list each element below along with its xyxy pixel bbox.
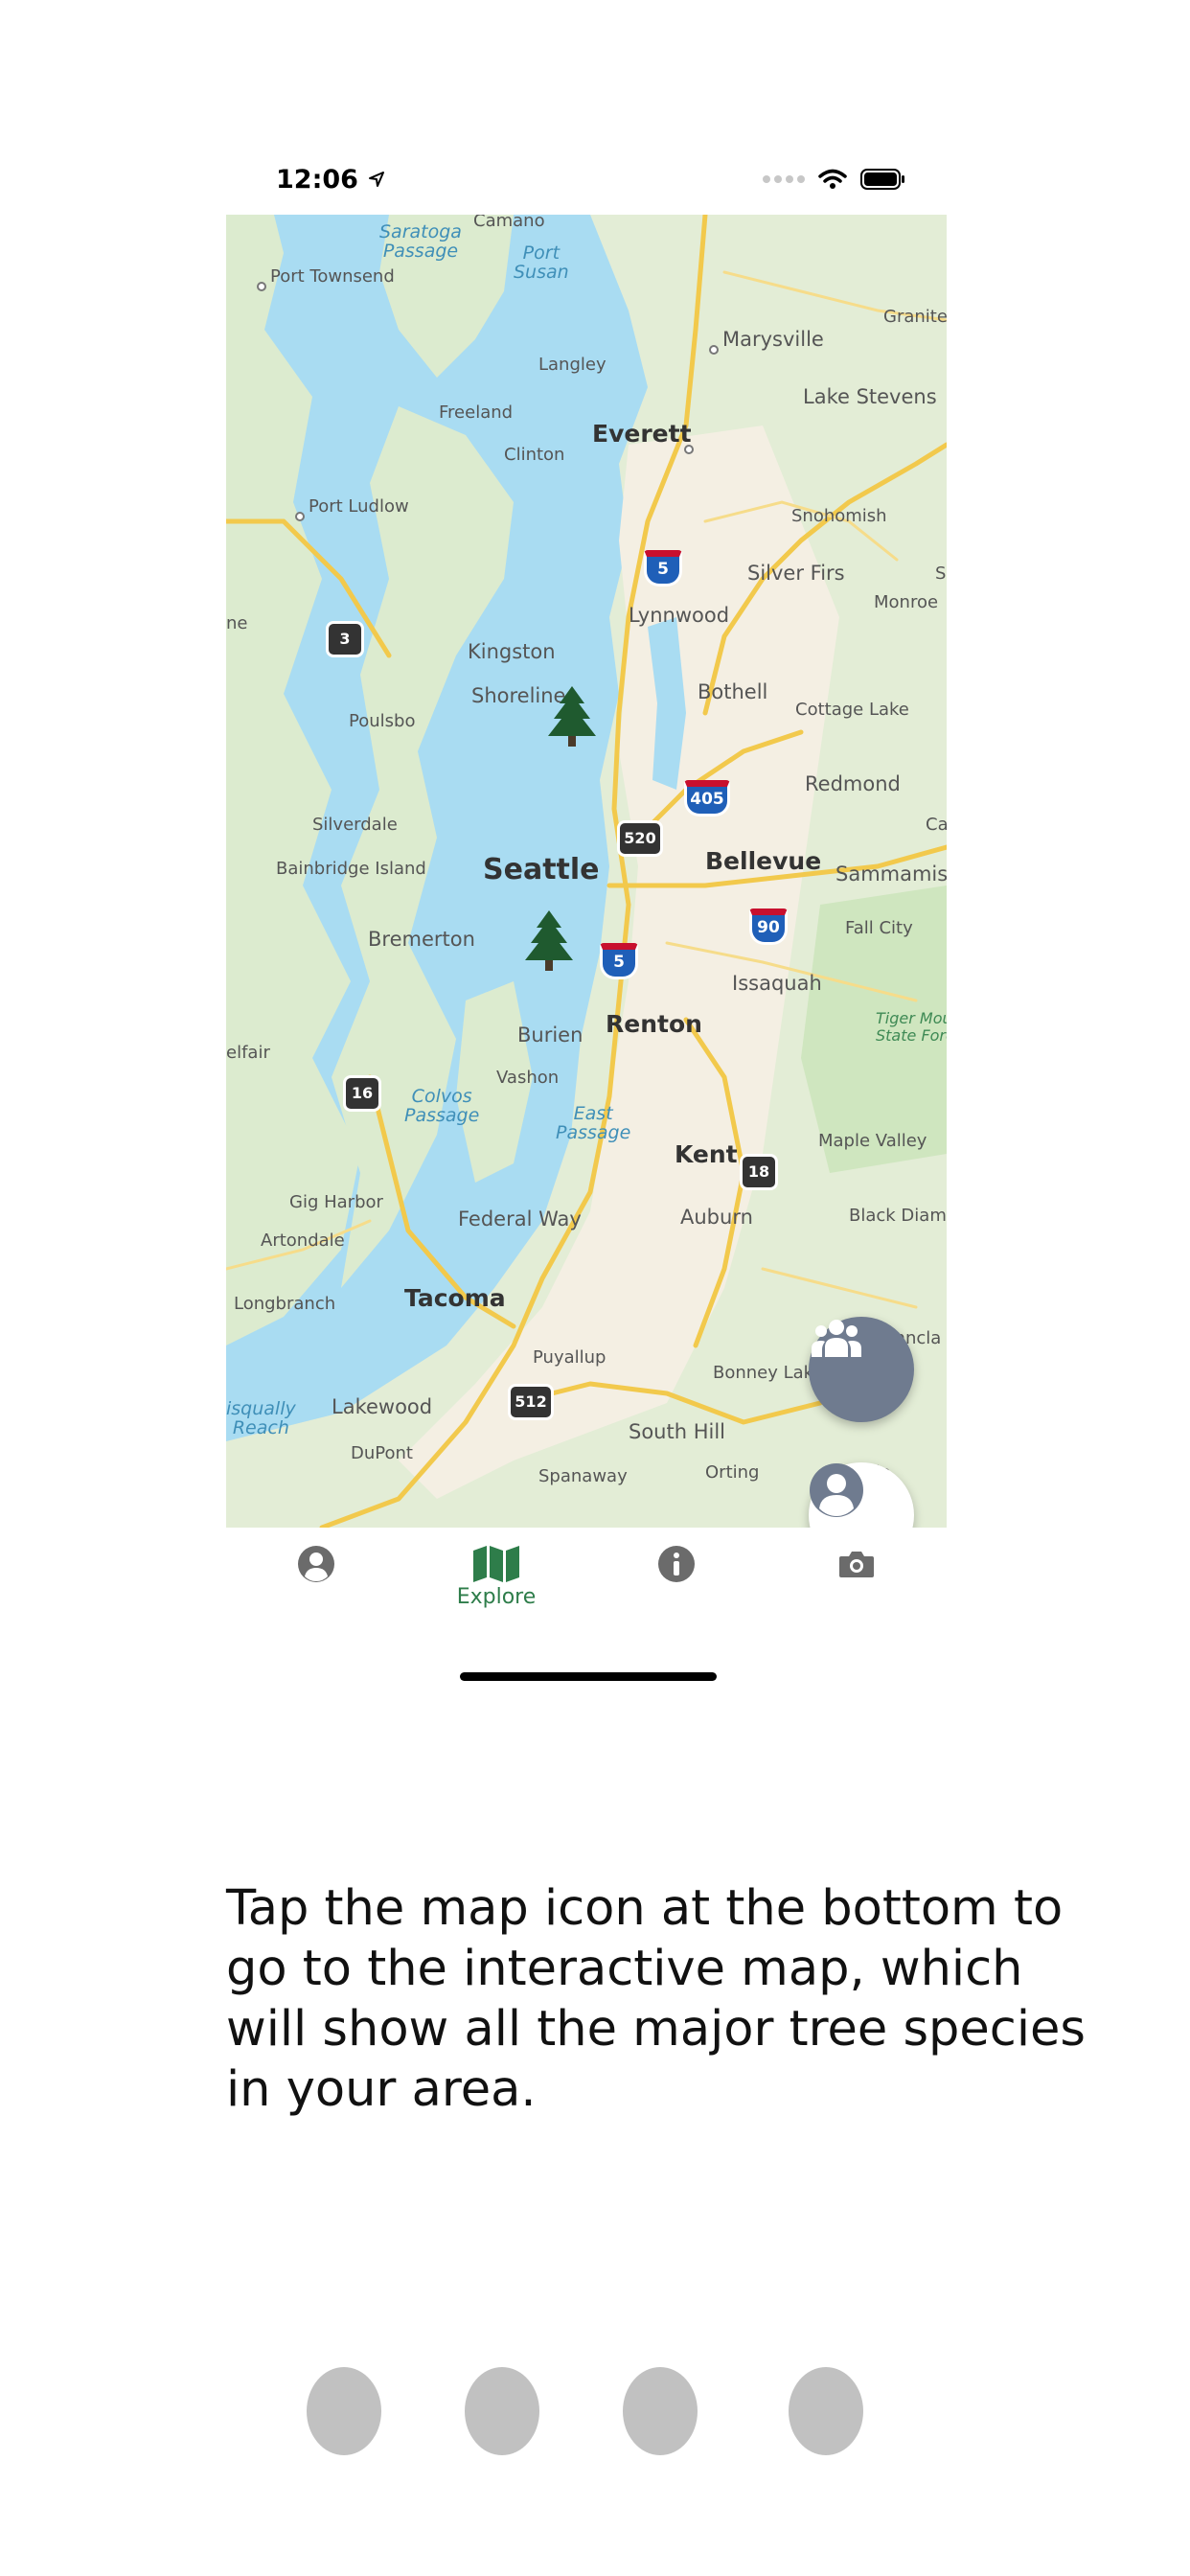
map-label: South Hill [629, 1420, 726, 1443]
map-label: Ca [926, 815, 947, 835]
map-label: Everett [592, 420, 692, 448]
map-label: Colvos Passage [404, 1086, 480, 1126]
map-label: Artondale [261, 1230, 345, 1251]
map-label: Cottage Lake [795, 700, 909, 720]
map-label: Kingston [468, 640, 556, 663]
state-route-16-shield: 16 [343, 1075, 381, 1112]
tree-marker-icon[interactable] [519, 908, 579, 972]
map-label: Vashon [496, 1068, 560, 1088]
state-route-520-shield: 520 [617, 820, 663, 857]
map-label: Spanaway [538, 1466, 628, 1486]
map-label: Port Townsend [270, 266, 395, 287]
map-label: Port Ludlow [309, 496, 409, 517]
user-circle-icon [810, 1463, 863, 1517]
interstate-90-shield: 90 [749, 908, 788, 945]
phone-screenshot: 12:06 Camano Saratoga Passage Port Susan… [226, 144, 947, 1696]
profile-icon [298, 1546, 334, 1582]
tab-bar: Explore [226, 1528, 947, 1633]
map-label: Maple Valley [818, 1131, 927, 1151]
map-label: East Passage [556, 1103, 631, 1143]
info-icon [658, 1546, 695, 1582]
map-label: Snohomish [791, 506, 887, 526]
map-label: elfair [226, 1043, 270, 1063]
tree-marker-icon[interactable] [542, 684, 602, 748]
tab-explore[interactable]: Explore [439, 1545, 554, 1609]
onboarding-caption: Tap the map icon at the bottom to go to … [226, 1880, 1086, 2118]
map-label: Seattle [483, 853, 600, 886]
group-icon [812, 1320, 861, 1357]
map-label: DuPont [351, 1443, 413, 1463]
map-label: Auburn [680, 1206, 753, 1229]
map-label: Bainbridge Island [276, 859, 426, 879]
camera-icon [839, 1552, 874, 1577]
interstate-405-shield: 405 [684, 780, 730, 816]
map-label: Issaquah [732, 972, 822, 995]
map-label: Orting [705, 1462, 760, 1483]
tab-info[interactable] [619, 1545, 734, 1585]
status-bar: 12:06 [226, 144, 947, 215]
map-label: Longbranch [234, 1294, 336, 1314]
map-label: Redmond [805, 772, 901, 795]
interstate-5-shield: 5 [644, 550, 682, 586]
map-label: Renton [606, 1010, 702, 1038]
map-label: Monroe [874, 592, 939, 612]
map-label: Freeland [439, 402, 514, 423]
map-label: Lynnwood [629, 604, 730, 627]
map-label: Langley [538, 355, 606, 375]
page-dot[interactable] [465, 2367, 539, 2455]
map-label: Bonney Lake [713, 1363, 824, 1383]
map-label: Sammamish [835, 862, 947, 886]
map-label: ne [226, 613, 248, 633]
map-label: Bothell [698, 680, 768, 703]
interstate-5-shield: 5 [600, 943, 638, 979]
location-arrow-icon [368, 172, 384, 187]
map-label: Black Diamo [849, 1206, 947, 1226]
map-label: Camano [473, 215, 545, 231]
wifi-icon [818, 169, 847, 189]
group-button[interactable] [809, 1317, 914, 1422]
map-label: Federal Way [458, 1208, 582, 1230]
state-route-512-shield: 512 [508, 1384, 554, 1420]
page-dot[interactable] [307, 2367, 381, 2455]
map-label: Burien [517, 1024, 584, 1046]
map-view[interactable]: Camano Saratoga Passage Port Susan Port … [226, 215, 947, 1528]
map-label: Tacoma [404, 1284, 506, 1312]
state-route-3-shield: 3 [326, 621, 364, 657]
state-route-18-shield: 18 [740, 1154, 778, 1190]
map-label: Bellevue [705, 847, 822, 875]
map-label: Puyallup [533, 1347, 606, 1368]
map-label: Fall City [845, 918, 913, 938]
map-label: Clinton [504, 445, 565, 465]
map-label: Saratoga Passage [379, 221, 462, 262]
status-time: 12:06 [276, 164, 358, 195]
page-indicator [0, 2367, 1190, 2455]
map-label: Bremerton [368, 928, 475, 951]
map-label: isqually Reach [226, 1398, 296, 1438]
map-label: Silverdale [312, 815, 398, 835]
map-label: Silver Firs [747, 562, 845, 585]
home-indicator [460, 1672, 717, 1681]
map-label: Tiger Mou State Fore [876, 1009, 947, 1045]
battery-icon [860, 169, 904, 190]
map-label: Kent [675, 1140, 738, 1168]
map-label: Marysville [722, 328, 824, 351]
page-dot[interactable] [789, 2367, 863, 2455]
map-label: Gig Harbor [289, 1192, 383, 1212]
tab-profile[interactable] [259, 1545, 374, 1585]
tab-explore-label: Explore [456, 1585, 537, 1609]
map-label: S [935, 564, 947, 584]
map-label: Poulsbo [349, 711, 416, 731]
map-icon [473, 1546, 519, 1582]
cellular-signal-icon [763, 175, 805, 183]
page-dot[interactable] [623, 2367, 698, 2455]
map-label: Granite [883, 307, 947, 327]
map-label: Lake Stevens [803, 385, 937, 408]
map-label: Port Susan [514, 242, 569, 283]
map-label: Lakewood [332, 1395, 433, 1418]
tab-camera[interactable] [799, 1545, 914, 1585]
